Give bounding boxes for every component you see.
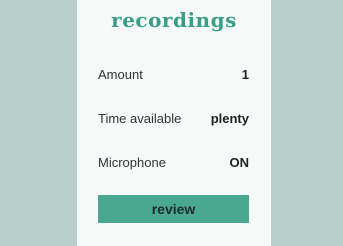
recordings-panel: recordings Amount 1 Time available plent…	[77, 0, 271, 246]
review-button[interactable]: review	[98, 195, 249, 223]
amount-label: Amount	[98, 66, 143, 82]
microphone-row: Microphone ON	[98, 152, 249, 172]
amount-row: Amount 1	[98, 64, 249, 84]
time-available-value[interactable]: plenty	[211, 111, 249, 126]
amount-value[interactable]: 1	[242, 67, 249, 82]
time-available-row: Time available plenty	[98, 108, 249, 128]
microphone-toggle[interactable]: ON	[230, 155, 250, 170]
page-title: recordings	[111, 8, 237, 32]
microphone-label: Microphone	[98, 154, 166, 170]
time-available-label: Time available	[98, 110, 182, 126]
